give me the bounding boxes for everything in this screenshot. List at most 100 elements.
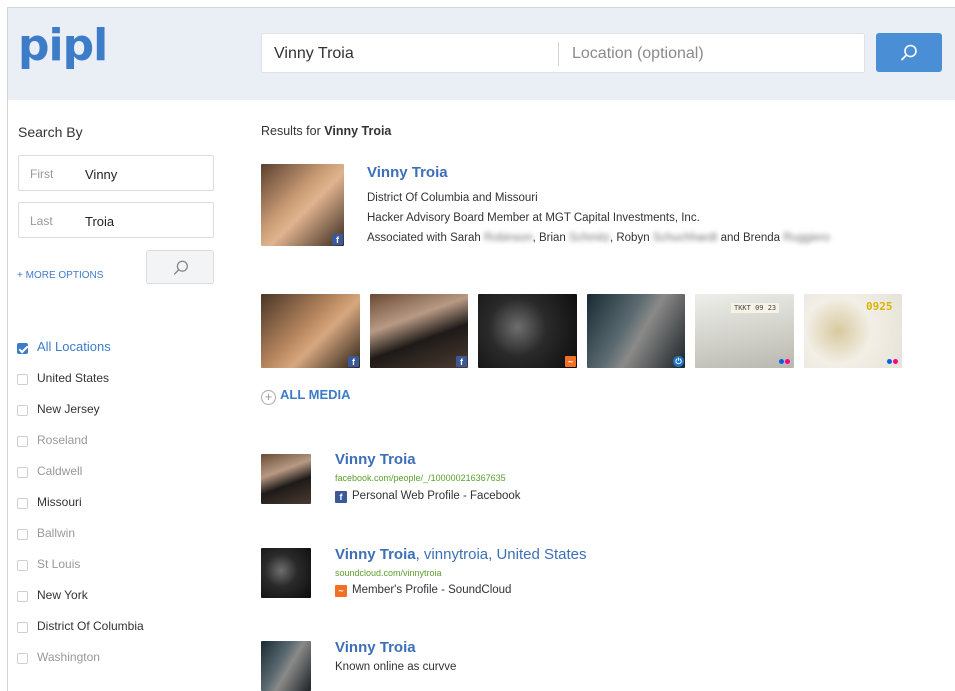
checkbox-icon[interactable] bbox=[17, 436, 28, 447]
search-icon bbox=[173, 260, 188, 275]
location-item[interactable]: St Louis bbox=[17, 557, 237, 577]
media-thumbnail[interactable]: ~ bbox=[478, 294, 577, 368]
assoc-text: Associated with Sarah bbox=[367, 232, 481, 244]
results-heading: Results for Vinny Troia bbox=[261, 124, 391, 138]
location-item[interactable]: United States bbox=[17, 371, 237, 391]
media-caption: 0925 bbox=[866, 300, 893, 313]
location-label: Missouri bbox=[37, 495, 82, 509]
search-by-title: Search By bbox=[18, 124, 83, 140]
result-thumbnail[interactable] bbox=[261, 641, 311, 691]
power-icon: ⏻ bbox=[673, 356, 684, 367]
location-item[interactable]: Roseland bbox=[17, 433, 237, 453]
all-media-link[interactable]: + ALL MEDIA bbox=[261, 387, 351, 405]
result-thumbnail[interactable] bbox=[261, 454, 311, 504]
location-search-input[interactable]: Location (optional) bbox=[572, 45, 704, 63]
location-item[interactable]: New York bbox=[17, 588, 237, 608]
checkbox-icon[interactable] bbox=[17, 498, 28, 509]
page-frame: pipl Vinny Troia Location (optional) Sea… bbox=[7, 7, 955, 691]
more-options-link[interactable]: + MORE OPTIONS bbox=[17, 270, 103, 281]
search-bar: Vinny Troia Location (optional) bbox=[261, 33, 865, 73]
checkbox-icon[interactable] bbox=[17, 529, 28, 540]
checkbox-icon[interactable] bbox=[17, 560, 28, 571]
first-name-field[interactable]: First Vinny bbox=[18, 155, 214, 191]
checkbox-checked-icon[interactable] bbox=[17, 343, 28, 354]
result-thumbnail[interactable] bbox=[261, 548, 311, 598]
last-name-value: Troia bbox=[85, 214, 115, 229]
media-thumbnail[interactable]: f bbox=[261, 294, 360, 368]
all-media-label: ALL MEDIA bbox=[280, 387, 351, 402]
location-item[interactable]: All Locations bbox=[17, 339, 237, 360]
location-item[interactable]: Washington bbox=[17, 650, 237, 670]
result-alias: , vinnytroia, United States bbox=[415, 546, 587, 563]
location-label: St Louis bbox=[37, 557, 81, 571]
blurred-name: Schuchhardt bbox=[652, 232, 718, 244]
top-result-name[interactable]: Vinny Troia bbox=[367, 164, 448, 181]
checkbox-icon[interactable] bbox=[17, 622, 28, 633]
checkbox-icon[interactable] bbox=[17, 405, 28, 416]
top-result-job: Hacker Advisory Board Member at MGT Capi… bbox=[367, 212, 700, 224]
checkbox-icon[interactable] bbox=[17, 591, 28, 602]
location-item[interactable]: District Of Columbia bbox=[17, 619, 237, 639]
location-label: United States bbox=[37, 371, 110, 385]
first-name-value: Vinny bbox=[85, 167, 118, 182]
media-thumbnail[interactable]: 0925 bbox=[804, 294, 902, 368]
assoc-text: and Brenda bbox=[720, 232, 781, 244]
result-name-text: Vinny Troia bbox=[335, 639, 416, 656]
result-url[interactable]: soundcloud.com/vinnytroia bbox=[335, 568, 442, 578]
profile-photo[interactable]: f bbox=[261, 164, 344, 246]
search-button[interactable] bbox=[876, 33, 942, 72]
first-name-label: First bbox=[30, 167, 54, 181]
location-item[interactable]: Missouri bbox=[17, 495, 237, 515]
media-thumbnail[interactable]: ⏻ bbox=[587, 294, 685, 368]
result-description: Known online as curvve bbox=[335, 661, 457, 673]
location-item[interactable]: Caldwell bbox=[17, 464, 237, 484]
search-icon bbox=[901, 44, 917, 61]
checkbox-icon[interactable] bbox=[17, 653, 28, 664]
location-item[interactable]: New Jersey bbox=[17, 402, 237, 422]
assoc-text: , Brian bbox=[532, 232, 566, 244]
search-divider bbox=[558, 42, 559, 66]
media-caption: TKKT 09 23 bbox=[731, 303, 780, 313]
facebook-icon: f bbox=[348, 356, 359, 367]
last-name-field[interactable]: Last Troia bbox=[18, 202, 214, 238]
assoc-text: , Robyn bbox=[609, 232, 650, 244]
location-label: Ballwin bbox=[37, 526, 76, 540]
sidebar-search-button[interactable] bbox=[146, 250, 214, 284]
blurred-name: Schmitz bbox=[569, 232, 610, 244]
location-label: New Jersey bbox=[37, 402, 100, 416]
result-url[interactable]: facebook.com/people/_/100000216367635 bbox=[335, 473, 506, 483]
location-label: All Locations bbox=[37, 339, 111, 354]
location-label: District Of Columbia bbox=[37, 619, 144, 633]
result-name[interactable]: Vinny Troia bbox=[335, 451, 416, 468]
checkbox-icon[interactable] bbox=[17, 467, 28, 478]
result-desc-text: Personal Web Profile - Facebook bbox=[352, 490, 521, 502]
result-description: ~ Member's Profile - SoundCloud bbox=[335, 584, 511, 597]
name-search-input[interactable]: Vinny Troia bbox=[274, 45, 354, 63]
location-label: Washington bbox=[37, 650, 100, 664]
location-label: Caldwell bbox=[37, 464, 83, 478]
flickr-icon bbox=[887, 356, 901, 367]
top-result-location: District Of Columbia and Missouri bbox=[367, 192, 538, 204]
checkbox-icon[interactable] bbox=[17, 374, 28, 385]
result-name[interactable]: Vinny Troia, vinnytroia, United States bbox=[335, 546, 587, 563]
results-query: Vinny Troia bbox=[324, 124, 392, 138]
result-name[interactable]: Vinny Troia bbox=[335, 639, 416, 656]
pipl-logo[interactable]: pipl bbox=[18, 20, 108, 71]
result-name-text: Vinny Troia bbox=[335, 546, 416, 563]
flickr-icon bbox=[779, 356, 793, 367]
top-result-associates: Associated with Sarah Robinson, Brian Sc… bbox=[367, 232, 830, 244]
media-thumbnail[interactable]: TKKT 09 23 bbox=[695, 294, 794, 368]
result-name-text: Vinny Troia bbox=[335, 451, 416, 468]
location-item[interactable]: Ballwin bbox=[17, 526, 237, 546]
location-label: Roseland bbox=[37, 433, 88, 447]
last-name-label: Last bbox=[30, 214, 53, 228]
location-label: New York bbox=[37, 588, 88, 602]
blurred-name: Robinson bbox=[484, 232, 533, 244]
facebook-icon: f bbox=[335, 491, 347, 503]
soundcloud-icon: ~ bbox=[335, 585, 347, 597]
media-thumbnail[interactable]: f bbox=[370, 294, 468, 368]
facebook-icon: f bbox=[332, 234, 343, 245]
plus-circle-icon: + bbox=[261, 390, 276, 405]
results-prefix: Results for bbox=[261, 124, 321, 138]
result-desc-text: Member's Profile - SoundCloud bbox=[352, 584, 512, 596]
